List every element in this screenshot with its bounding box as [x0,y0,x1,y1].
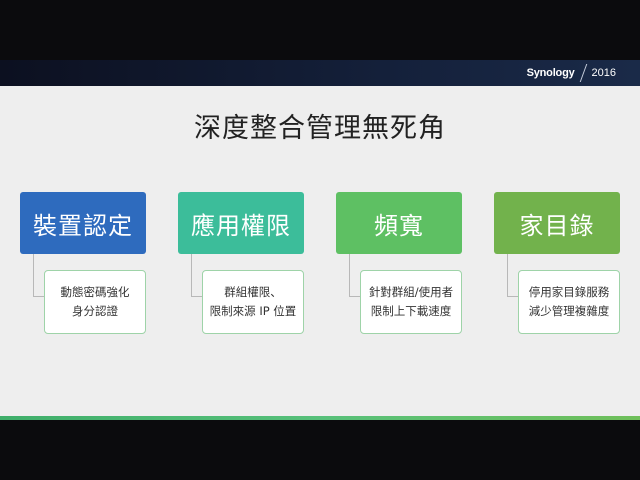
detail-home-folder: 停用家目錄服務 減少管理複雜度 [518,270,620,334]
brand-divider [579,64,587,82]
connector-4 [507,254,518,297]
category-device-auth: 裝置認定 [20,192,146,254]
detail-line: 針對群組/使用者 [368,285,454,299]
detail-line: 限制上下載速度 [370,304,452,318]
category-home-folder: 家目錄 [494,192,620,254]
header-bar: Synology 2016 [0,60,640,86]
brand-year: 2016 [591,67,616,79]
connector-3 [349,254,360,297]
detail-line: 停用家目錄服務 [528,285,610,299]
detail-line: 減少管理複雜度 [528,304,610,318]
category-app-permission: 應用權限 [178,192,304,254]
detail-line: 群組權限、 [224,285,282,299]
connector-1 [33,254,44,297]
brand-logo: Synology 2016 [527,64,616,82]
slide-title: 深度整合管理無死角 [194,113,446,144]
detail-bandwidth: 針對群組/使用者 限制上下載速度 [360,270,462,334]
connector-2 [191,254,202,297]
brand-name: Synology [526,67,575,79]
category-bandwidth: 頻寬 [336,192,462,254]
detail-line: 身分認證 [72,304,118,318]
detail-app-permission: 群組權限、 限制來源 IP 位置 [202,270,304,334]
detail-device-auth: 動態密碼強化 身分認證 [44,270,146,334]
slide-bottom-accent [0,416,640,420]
slide: 深度整合管理無死角 裝置認定 動態密碼強化 身分認證 應用權限 群組權限、 限制… [0,86,640,416]
detail-line: 動態密碼強化 [60,285,130,299]
detail-line: 限制來源 IP 位置 [209,304,297,318]
